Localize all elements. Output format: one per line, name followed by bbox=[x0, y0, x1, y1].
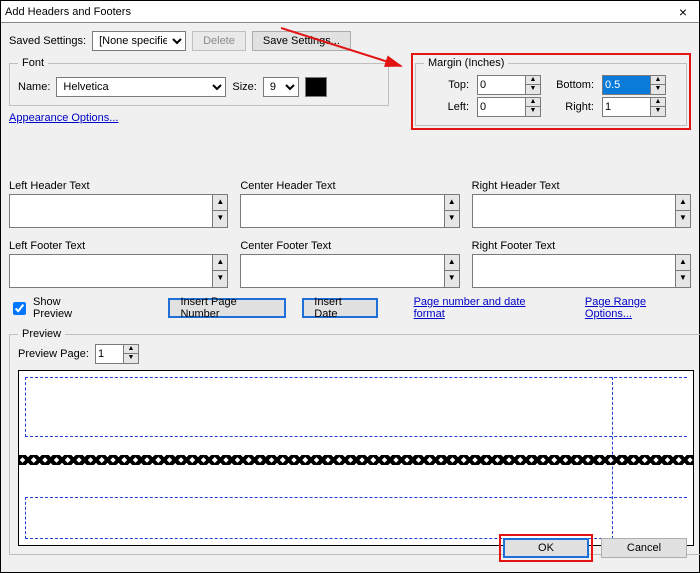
margin-left-input[interactable]: ▲▼ bbox=[477, 97, 541, 117]
margin-right-label: Right: bbox=[549, 101, 594, 113]
preview-page-label: Preview Page: bbox=[18, 348, 89, 360]
margin-bottom-input[interactable]: ▲▼ bbox=[602, 75, 666, 95]
titlebar: Add Headers and Footers × bbox=[1, 1, 699, 23]
font-color-swatch[interactable] bbox=[305, 77, 327, 97]
right-footer-label: Right Footer Text bbox=[472, 240, 691, 252]
right-footer-text[interactable] bbox=[472, 254, 676, 288]
page-break-icon bbox=[19, 455, 693, 465]
preview-legend: Preview bbox=[18, 328, 65, 340]
center-footer-label: Center Footer Text bbox=[240, 240, 459, 252]
saved-settings-row: Saved Settings: [None specified] Delete … bbox=[9, 31, 691, 51]
saved-settings-select[interactable]: [None specified] bbox=[92, 31, 186, 51]
margin-top-label: Top: bbox=[424, 79, 469, 91]
left-footer-text[interactable] bbox=[9, 254, 213, 288]
preview-canvas bbox=[18, 370, 694, 546]
left-footer-label: Left Footer Text bbox=[9, 240, 228, 252]
margin-top-input[interactable]: ▲▼ bbox=[477, 75, 541, 95]
font-name-label: Name: bbox=[18, 81, 50, 93]
dialog-body: Saved Settings: [None specified] Delete … bbox=[1, 23, 699, 563]
margin-legend: Margin (Inches) bbox=[424, 57, 508, 69]
margin-section: Margin (Inches) Top: ▲▼ Bottom: ▲▼ Left:… bbox=[411, 53, 691, 130]
insert-date-button[interactable]: Insert Date bbox=[302, 298, 377, 318]
dialog-buttons: OK Cancel bbox=[499, 534, 687, 562]
page-range-options-link[interactable]: Page Range Options... bbox=[585, 296, 691, 320]
cancel-button[interactable]: Cancel bbox=[601, 538, 687, 558]
preview-section: Preview Preview Page: ▲▼ bbox=[9, 328, 700, 555]
close-icon[interactable]: × bbox=[671, 4, 695, 20]
show-preview-checkbox[interactable]: Show Preview bbox=[9, 296, 98, 320]
mid-row: Show Preview Insert Page Number Insert D… bbox=[9, 296, 691, 320]
dialog-title: Add Headers and Footers bbox=[5, 6, 131, 18]
save-settings-button[interactable]: Save Settings... bbox=[252, 31, 351, 51]
center-footer-text[interactable] bbox=[240, 254, 444, 288]
margin-bottom-label: Bottom: bbox=[549, 79, 594, 91]
appearance-options-link[interactable]: Appearance Options... bbox=[9, 112, 118, 124]
right-header-text[interactable] bbox=[472, 194, 676, 228]
font-section: Font Name: Helvetica Size: 9 Appearance … bbox=[9, 57, 389, 124]
right-header-label: Right Header Text bbox=[472, 180, 691, 192]
left-header-text[interactable] bbox=[9, 194, 213, 228]
margin-left-label: Left: bbox=[424, 101, 469, 113]
font-size-select[interactable]: 9 bbox=[263, 77, 299, 97]
insert-page-number-button[interactable]: Insert Page Number bbox=[168, 298, 286, 318]
ok-button[interactable]: OK bbox=[503, 538, 589, 558]
saved-settings-label: Saved Settings: bbox=[9, 35, 86, 47]
page-number-date-format-link[interactable]: Page number and date format bbox=[414, 296, 553, 320]
margin-right-input[interactable]: ▲▼ bbox=[602, 97, 666, 117]
preview-page-input[interactable]: ▲▼ bbox=[95, 344, 139, 364]
font-legend: Font bbox=[18, 57, 48, 69]
center-header-text[interactable] bbox=[240, 194, 444, 228]
delete-button: Delete bbox=[192, 31, 246, 51]
font-name-select[interactable]: Helvetica bbox=[56, 77, 226, 97]
center-header-label: Center Header Text bbox=[240, 180, 459, 192]
font-size-label: Size: bbox=[232, 81, 256, 93]
dialog: Add Headers and Footers × Saved Settings… bbox=[0, 0, 700, 573]
left-header-label: Left Header Text bbox=[9, 180, 228, 192]
